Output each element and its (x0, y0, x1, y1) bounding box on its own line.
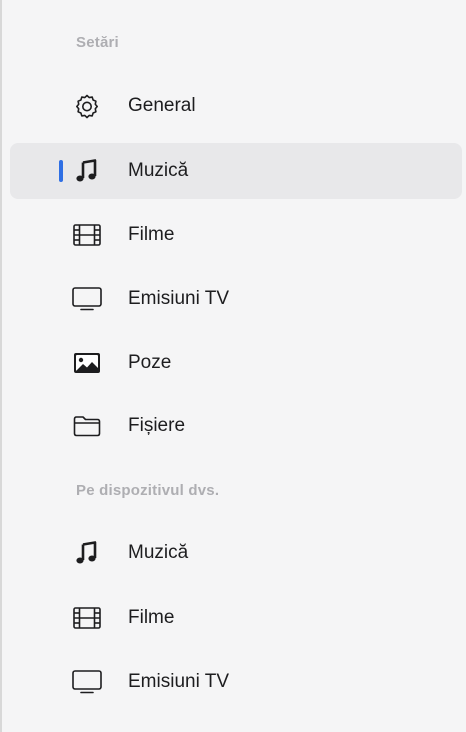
tv-icon (72, 284, 102, 314)
sidebar-item-label: Fișiere (128, 415, 186, 436)
sidebar-item-music[interactable]: Muzică (10, 143, 462, 199)
music-note-icon (72, 538, 102, 568)
selection-indicator (59, 160, 63, 182)
sidebar-item-label: Muzică (128, 160, 189, 181)
photo-icon (72, 348, 102, 378)
section-title-on-device: Pe dispozitivul dvs. (76, 482, 220, 499)
settings-sidebar: Setări General Muzică Filme Emisiuni TV … (0, 0, 466, 732)
sidebar-item-movies[interactable]: Filme (10, 207, 462, 263)
film-icon (72, 603, 102, 633)
sidebar-item-general[interactable]: General (10, 78, 462, 134)
section-title-settings: Setări (76, 34, 119, 51)
sidebar-item-files[interactable]: Fișiere (10, 398, 462, 454)
music-note-icon (72, 156, 102, 186)
gear-icon (72, 91, 102, 121)
sidebar-item-tv-shows[interactable]: Emisiuni TV (10, 271, 462, 327)
sidebar-item-label: Filme (128, 224, 175, 245)
sidebar-item-device-tv-shows[interactable]: Emisiuni TV (10, 654, 462, 710)
sidebar-item-label: Emisiuni TV (128, 671, 230, 692)
sidebar-item-label: Muzică (128, 542, 189, 563)
sidebar-item-label: Emisiuni TV (128, 288, 230, 309)
sidebar-item-label: General (128, 95, 196, 116)
film-icon (72, 220, 102, 250)
sidebar-item-photos[interactable]: Poze (10, 335, 462, 391)
tv-icon (72, 667, 102, 697)
sidebar-item-device-movies[interactable]: Filme (10, 590, 462, 646)
folder-icon (72, 411, 102, 441)
sidebar-item-label: Poze (128, 352, 172, 373)
sidebar-item-label: Filme (128, 607, 175, 628)
sidebar-item-device-music[interactable]: Muzică (10, 525, 462, 581)
